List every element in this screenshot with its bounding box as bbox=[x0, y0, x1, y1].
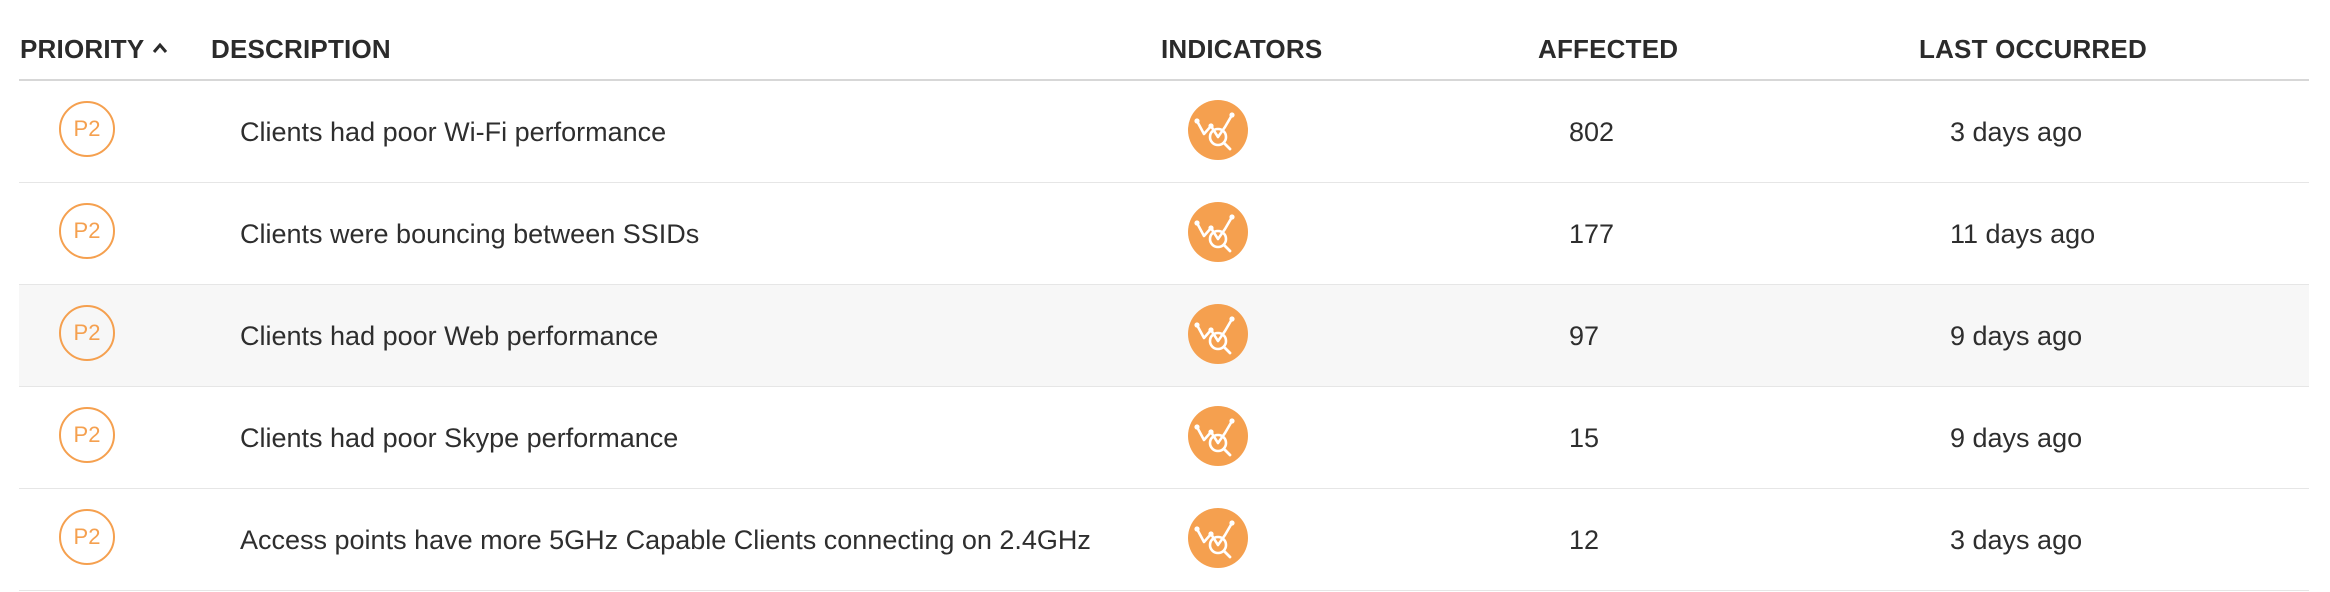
performance-analytics-icon[interactable] bbox=[1187, 303, 1249, 365]
last-occurred: 3 days ago bbox=[1950, 525, 2083, 555]
affected-count: 802 bbox=[1569, 117, 1615, 147]
last-occurred: 11 days ago bbox=[1950, 219, 2096, 249]
last-occurred: 3 days ago bbox=[1950, 117, 2083, 147]
table-row[interactable]: P2 Clients were bouncing between SSIDs 1… bbox=[19, 183, 2309, 285]
column-header-indicators[interactable]: INDICATORS bbox=[1161, 34, 1322, 65]
affected-count: 12 bbox=[1569, 525, 1600, 555]
column-header-priority[interactable]: PRIORITY bbox=[20, 34, 168, 65]
issue-description[interactable]: Clients were bouncing between SSIDs bbox=[240, 219, 699, 250]
issue-description[interactable]: Clients had poor Web performance bbox=[240, 321, 658, 352]
chevron-up-icon bbox=[153, 42, 168, 54]
issue-description[interactable]: Access points have more 5GHz Capable Cli… bbox=[240, 525, 1091, 556]
table-row[interactable]: P2 Clients had poor Skype performance 15… bbox=[19, 387, 2309, 489]
priority-badge: P2 bbox=[59, 203, 115, 259]
priority-badge: P2 bbox=[59, 407, 115, 463]
performance-analytics-icon[interactable] bbox=[1187, 507, 1249, 569]
priority-badge: P2 bbox=[59, 101, 115, 157]
affected-count: 177 bbox=[1569, 219, 1615, 249]
priority-badge: P2 bbox=[59, 509, 115, 565]
affected-count: 15 bbox=[1569, 423, 1600, 453]
affected-count: 97 bbox=[1569, 321, 1600, 351]
column-header-priority-label: PRIORITY bbox=[20, 34, 145, 64]
last-occurred: 9 days ago bbox=[1950, 423, 2083, 453]
last-occurred: 9 days ago bbox=[1950, 321, 2083, 351]
issues-table: PRIORITY DESCRIPTION INDICATORS AFFECTED… bbox=[19, 0, 2309, 591]
table-row[interactable]: P2 Clients had poor Wi-Fi performance 80… bbox=[19, 81, 2309, 183]
column-header-description[interactable]: DESCRIPTION bbox=[211, 34, 391, 65]
table-row[interactable]: P2 Access points have more 5GHz Capable … bbox=[19, 489, 2309, 591]
issue-description[interactable]: Clients had poor Skype performance bbox=[240, 423, 678, 454]
issue-description[interactable]: Clients had poor Wi-Fi performance bbox=[240, 117, 666, 148]
performance-analytics-icon[interactable] bbox=[1187, 99, 1249, 161]
priority-badge: P2 bbox=[59, 305, 115, 361]
performance-analytics-icon[interactable] bbox=[1187, 201, 1249, 263]
column-header-last-occurred[interactable]: LAST OCCURRED bbox=[1919, 34, 2147, 65]
table-row[interactable]: P2 Clients had poor Web performance 97 9… bbox=[19, 285, 2309, 387]
table-header: PRIORITY DESCRIPTION INDICATORS AFFECTED… bbox=[19, 0, 2309, 81]
performance-analytics-icon[interactable] bbox=[1187, 405, 1249, 467]
column-header-affected[interactable]: AFFECTED bbox=[1538, 34, 1678, 65]
